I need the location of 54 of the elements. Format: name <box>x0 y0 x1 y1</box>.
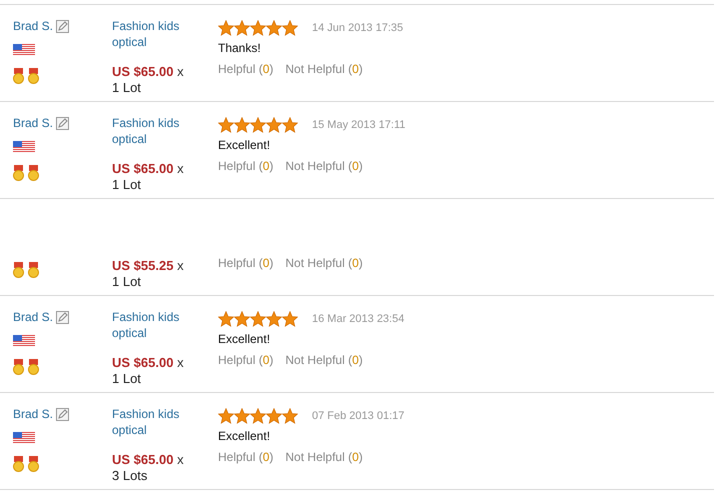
price: US $55.25 x <box>112 258 185 274</box>
review-date: 14 Jun 2013 17:35 <box>312 22 404 34</box>
quantity: 3 Lots <box>112 468 148 484</box>
reviewer-name[interactable]: Brad S. <box>13 116 54 130</box>
flag-icon <box>13 335 35 347</box>
edit-icon <box>56 20 70 32</box>
review-date: 07 Feb 2013 01:17 <box>312 410 404 422</box>
review-comment: Excellent! <box>218 428 272 445</box>
medal-icon <box>13 68 24 84</box>
medal-icon <box>13 262 24 278</box>
flag-icon <box>13 44 35 56</box>
medal-icon <box>28 165 39 181</box>
edit-icon <box>56 408 70 420</box>
price: US $65.00 x <box>112 355 185 371</box>
helpful-link[interactable]: Helpful (0) <box>218 353 274 367</box>
product-link[interactable]: Fashion kids optical <box>112 115 192 147</box>
product-link[interactable]: Fashion kids optical <box>112 18 192 50</box>
price: US $65.00 x <box>112 452 185 468</box>
price: US $65.00 x <box>112 161 185 177</box>
quantity: 1 Lot <box>112 274 142 290</box>
quantity: 1 Lot <box>112 177 142 193</box>
price: US $65.00 x <box>112 64 185 80</box>
medal-icon <box>28 456 39 472</box>
quantity: 1 Lot <box>112 80 142 96</box>
review-date: 16 Mar 2013 23:54 <box>312 313 404 325</box>
not-helpful-link[interactable]: Not Helpful (0) <box>285 353 363 367</box>
review-comment: Excellent! <box>218 137 272 154</box>
reviewer-name[interactable]: Brad S. <box>13 19 54 33</box>
product-link[interactable]: Fashion kids optical <box>112 406 192 438</box>
quantity: 1 Lot <box>112 371 142 387</box>
review-comment: Excellent! <box>218 331 272 348</box>
medal-icon <box>28 359 39 375</box>
flag-icon <box>13 432 35 444</box>
product-link[interactable]: Fashion kids optical <box>112 309 192 341</box>
medal-icon <box>28 262 39 278</box>
helpful-link[interactable]: Helpful (0) <box>218 62 274 76</box>
helpful-link[interactable]: Helpful (0) <box>218 256 274 270</box>
flag-icon <box>13 141 35 153</box>
reviewer-name[interactable]: Brad S. <box>13 310 54 324</box>
medal-icon <box>13 456 24 472</box>
edit-icon <box>56 116 70 130</box>
not-helpful-link[interactable]: Not Helpful (0) <box>285 62 363 76</box>
not-helpful-link[interactable]: Not Helpful (0) <box>285 159 363 173</box>
helpful-link[interactable]: Helpful (0) <box>218 159 274 173</box>
medal-icon <box>13 165 24 181</box>
not-helpful-link[interactable]: Not Helpful (0) <box>285 450 363 464</box>
edit-icon <box>56 310 70 324</box>
medal-icon <box>13 359 24 375</box>
helpful-link[interactable]: Helpful (0) <box>218 450 274 464</box>
not-helpful-link[interactable]: Not Helpful (0) <box>285 256 363 270</box>
reviewer-name[interactable]: Brad S. <box>13 407 54 421</box>
review-comment: Thanks! <box>218 40 262 57</box>
review-date: 15 May 2013 17:11 <box>312 119 406 131</box>
medal-icon <box>28 68 39 84</box>
